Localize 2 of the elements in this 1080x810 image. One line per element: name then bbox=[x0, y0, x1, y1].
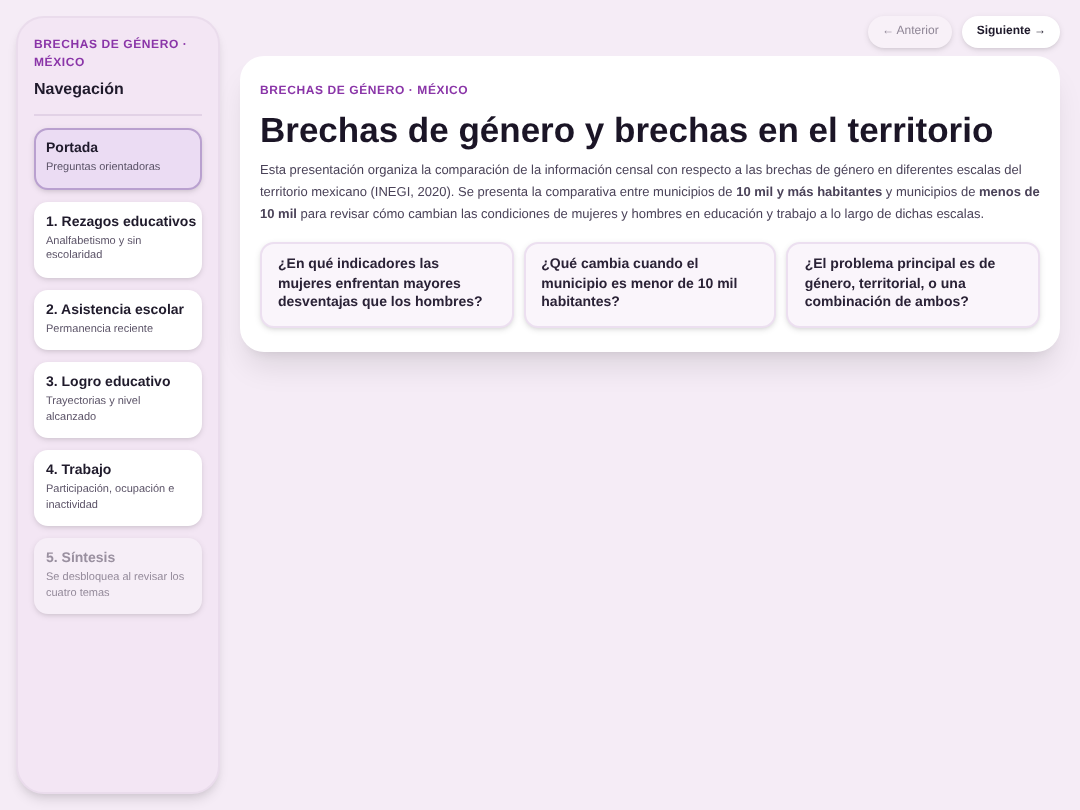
card-title: Brechas de género y brechas en el territorio bbox=[260, 108, 996, 154]
sidebar-title: Navegación bbox=[34, 78, 202, 116]
